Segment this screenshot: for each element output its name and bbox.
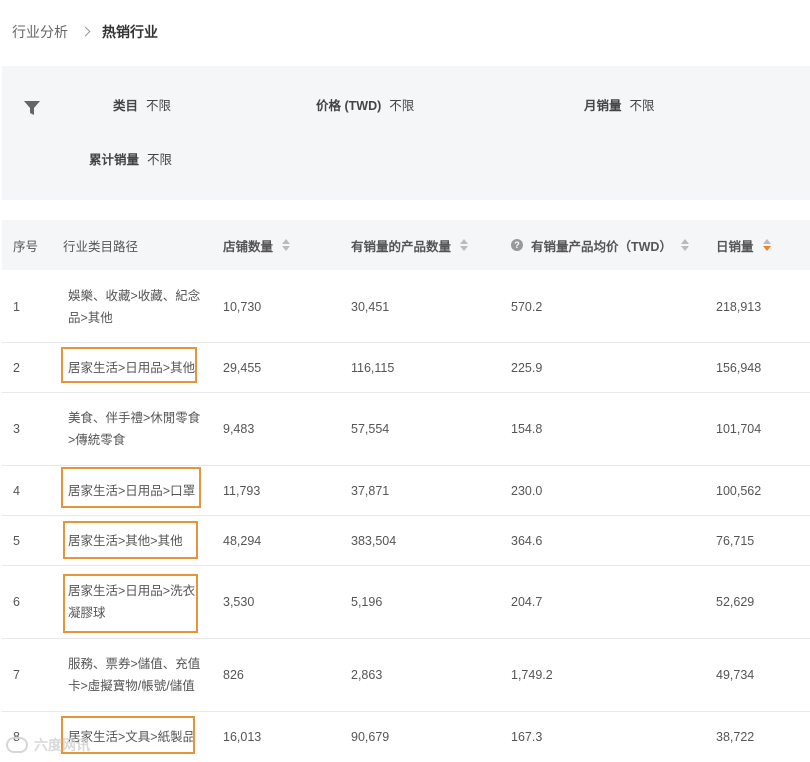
filter-cumulative-label: 累计销量 xyxy=(89,152,140,167)
cell-daily: 218,913 xyxy=(716,299,762,314)
cell-avg-price: 364.6 xyxy=(511,533,543,548)
breadcrumb-parent[interactable]: 行业分析 xyxy=(12,22,68,42)
cell-avg-price: 1,749.2 xyxy=(511,668,553,682)
breadcrumb: 行业分析 热销行业 xyxy=(12,22,158,42)
chevron-right-icon xyxy=(80,22,92,42)
table-header: 序号 行业类目路径 店铺数量 有销量的产品数量 ? 有销量产品均价（TWD） 日… xyxy=(2,220,810,270)
cell-shops: 10,730 xyxy=(223,299,262,314)
filter-cumulative[interactable]: 累计销量 不限 xyxy=(89,149,172,167)
cell-shops: 826 xyxy=(223,668,244,682)
filter-category-value[interactable]: 不限 xyxy=(146,95,171,114)
filter-panel: 类目 不限 价格 (TWD) 不限 月销量 不限 累计销量 不限 xyxy=(2,66,810,200)
column-avg-price[interactable]: ? 有销量产品均价（TWD） xyxy=(511,220,689,270)
cell-path[interactable]: 娛樂、收藏>收藏、紀念 品>其他 xyxy=(68,271,208,342)
highlight-box xyxy=(63,574,198,633)
sort-arrows-icon[interactable] xyxy=(762,239,771,251)
filter-cumulative-value[interactable]: 不限 xyxy=(147,149,172,168)
cell-daily: 52,629 xyxy=(716,595,755,609)
cell-path[interactable]: 美食、伴手禮>休閒零食 >傳統零食 xyxy=(68,393,208,465)
cell-path-line: >傳統零食 xyxy=(68,433,126,447)
cell-index: 7 xyxy=(13,668,20,682)
filter-category-label: 类目 xyxy=(113,98,139,113)
highlight-box xyxy=(61,467,201,508)
breadcrumb-current: 热销行业 xyxy=(102,24,158,40)
cell-products: 90,679 xyxy=(351,730,390,744)
filter-price[interactable]: 价格 (TWD) 不限 xyxy=(316,95,414,113)
cell-products: 30,451 xyxy=(351,299,390,314)
filter-monthly-label: 月销量 xyxy=(584,98,622,113)
filter-price-value[interactable]: 不限 xyxy=(389,95,414,114)
cell-shops: 29,455 xyxy=(223,360,262,375)
filter-monthly[interactable]: 月销量 不限 xyxy=(584,95,655,113)
column-shops-label: 店铺数量 xyxy=(223,239,274,254)
cell-shops: 48,294 xyxy=(223,533,262,548)
cell-daily: 101,704 xyxy=(716,422,762,436)
cell-index: 2 xyxy=(13,360,20,375)
cell-path-line: 品>其他 xyxy=(68,310,113,325)
funnel-icon[interactable] xyxy=(23,99,41,117)
cell-daily: 49,734 xyxy=(716,668,755,682)
cell-path-line: 娛樂、收藏>收藏、紀念 xyxy=(68,288,201,303)
cell-avg-price: 154.8 xyxy=(511,422,543,436)
sort-arrows-icon[interactable] xyxy=(282,239,291,251)
cell-avg-price: 230.0 xyxy=(511,483,543,498)
question-circle-icon[interactable]: ? xyxy=(511,239,523,251)
watermark-text: 六度网讯 xyxy=(34,737,90,753)
column-products-label: 有销量的产品数量 xyxy=(351,239,452,254)
cell-avg-price: 167.3 xyxy=(511,730,543,744)
filter-category[interactable]: 类目 不限 xyxy=(113,95,171,113)
column-index-label: 序号 xyxy=(13,239,39,254)
column-products[interactable]: 有销量的产品数量 xyxy=(351,220,469,270)
cell-index: 5 xyxy=(13,533,20,548)
cell-products: 116,115 xyxy=(351,360,395,375)
cell-shops: 3,530 xyxy=(223,595,255,609)
table-row[interactable]: 1 娛樂、收藏>收藏、紀念 品>其他 10,730 30,451 570.2 21… xyxy=(2,271,810,343)
cell-products: 5,196 xyxy=(351,595,383,609)
column-shops[interactable]: 店铺数量 xyxy=(223,220,291,270)
cell-path-line: 服務、票券>儲值、充值 xyxy=(68,657,201,671)
cell-shops: 16,013 xyxy=(223,730,262,744)
cell-avg-price: 570.2 xyxy=(511,299,543,314)
cell-daily: 38,722 xyxy=(716,730,755,744)
watermark-logo-icon xyxy=(6,737,28,753)
sort-arrows-icon[interactable] xyxy=(460,239,469,251)
cell-index: 1 xyxy=(13,299,20,314)
watermark: 六度网讯 xyxy=(6,735,90,755)
column-avg-price-label: 有销量产品均价（TWD） xyxy=(531,239,672,254)
cell-index: 3 xyxy=(13,422,20,436)
cell-shops: 9,483 xyxy=(223,422,255,436)
cell-path-line: 美食、伴手禮>休閒零食 xyxy=(68,411,201,425)
cell-shops: 11,793 xyxy=(223,483,261,498)
column-daily[interactable]: 日销量 xyxy=(716,220,771,270)
cell-path[interactable]: 服務、票券>儲值、充值 卡>虛擬寶物/帳號/儲值 xyxy=(68,639,208,711)
column-path: 行业类目路径 xyxy=(63,220,138,270)
cell-products: 37,871 xyxy=(351,483,390,498)
table-row[interactable]: 7 服務、票券>儲值、充值 卡>虛擬寶物/帳號/儲值 826 2,863 1,74… xyxy=(2,639,810,712)
cell-path-line: 卡>虛擬寶物/帳號/儲值 xyxy=(68,679,195,693)
cell-daily: 100,562 xyxy=(716,483,762,498)
cell-products: 2,863 xyxy=(351,668,383,682)
highlight-box xyxy=(63,521,198,559)
column-daily-label: 日销量 xyxy=(716,239,754,254)
filter-monthly-value[interactable]: 不限 xyxy=(630,95,655,114)
cell-avg-price: 204.7 xyxy=(511,595,543,609)
cell-products: 383,504 xyxy=(351,533,397,548)
column-path-label: 行业类目路径 xyxy=(63,239,139,254)
highlight-box xyxy=(61,347,197,383)
filter-price-label: 价格 (TWD) xyxy=(316,98,382,113)
cell-daily: 76,715 xyxy=(716,533,755,548)
cell-avg-price: 225.9 xyxy=(511,360,543,375)
cell-daily: 156,948 xyxy=(716,360,762,375)
sort-arrows-icon[interactable] xyxy=(680,239,689,251)
table-row[interactable]: 3 美食、伴手禮>休閒零食 >傳統零食 9,483 57,554 154.8 10… xyxy=(2,393,810,466)
cell-index: 4 xyxy=(13,483,20,498)
cell-products: 57,554 xyxy=(351,422,390,436)
cell-index: 6 xyxy=(13,595,20,609)
column-index: 序号 xyxy=(13,220,38,270)
